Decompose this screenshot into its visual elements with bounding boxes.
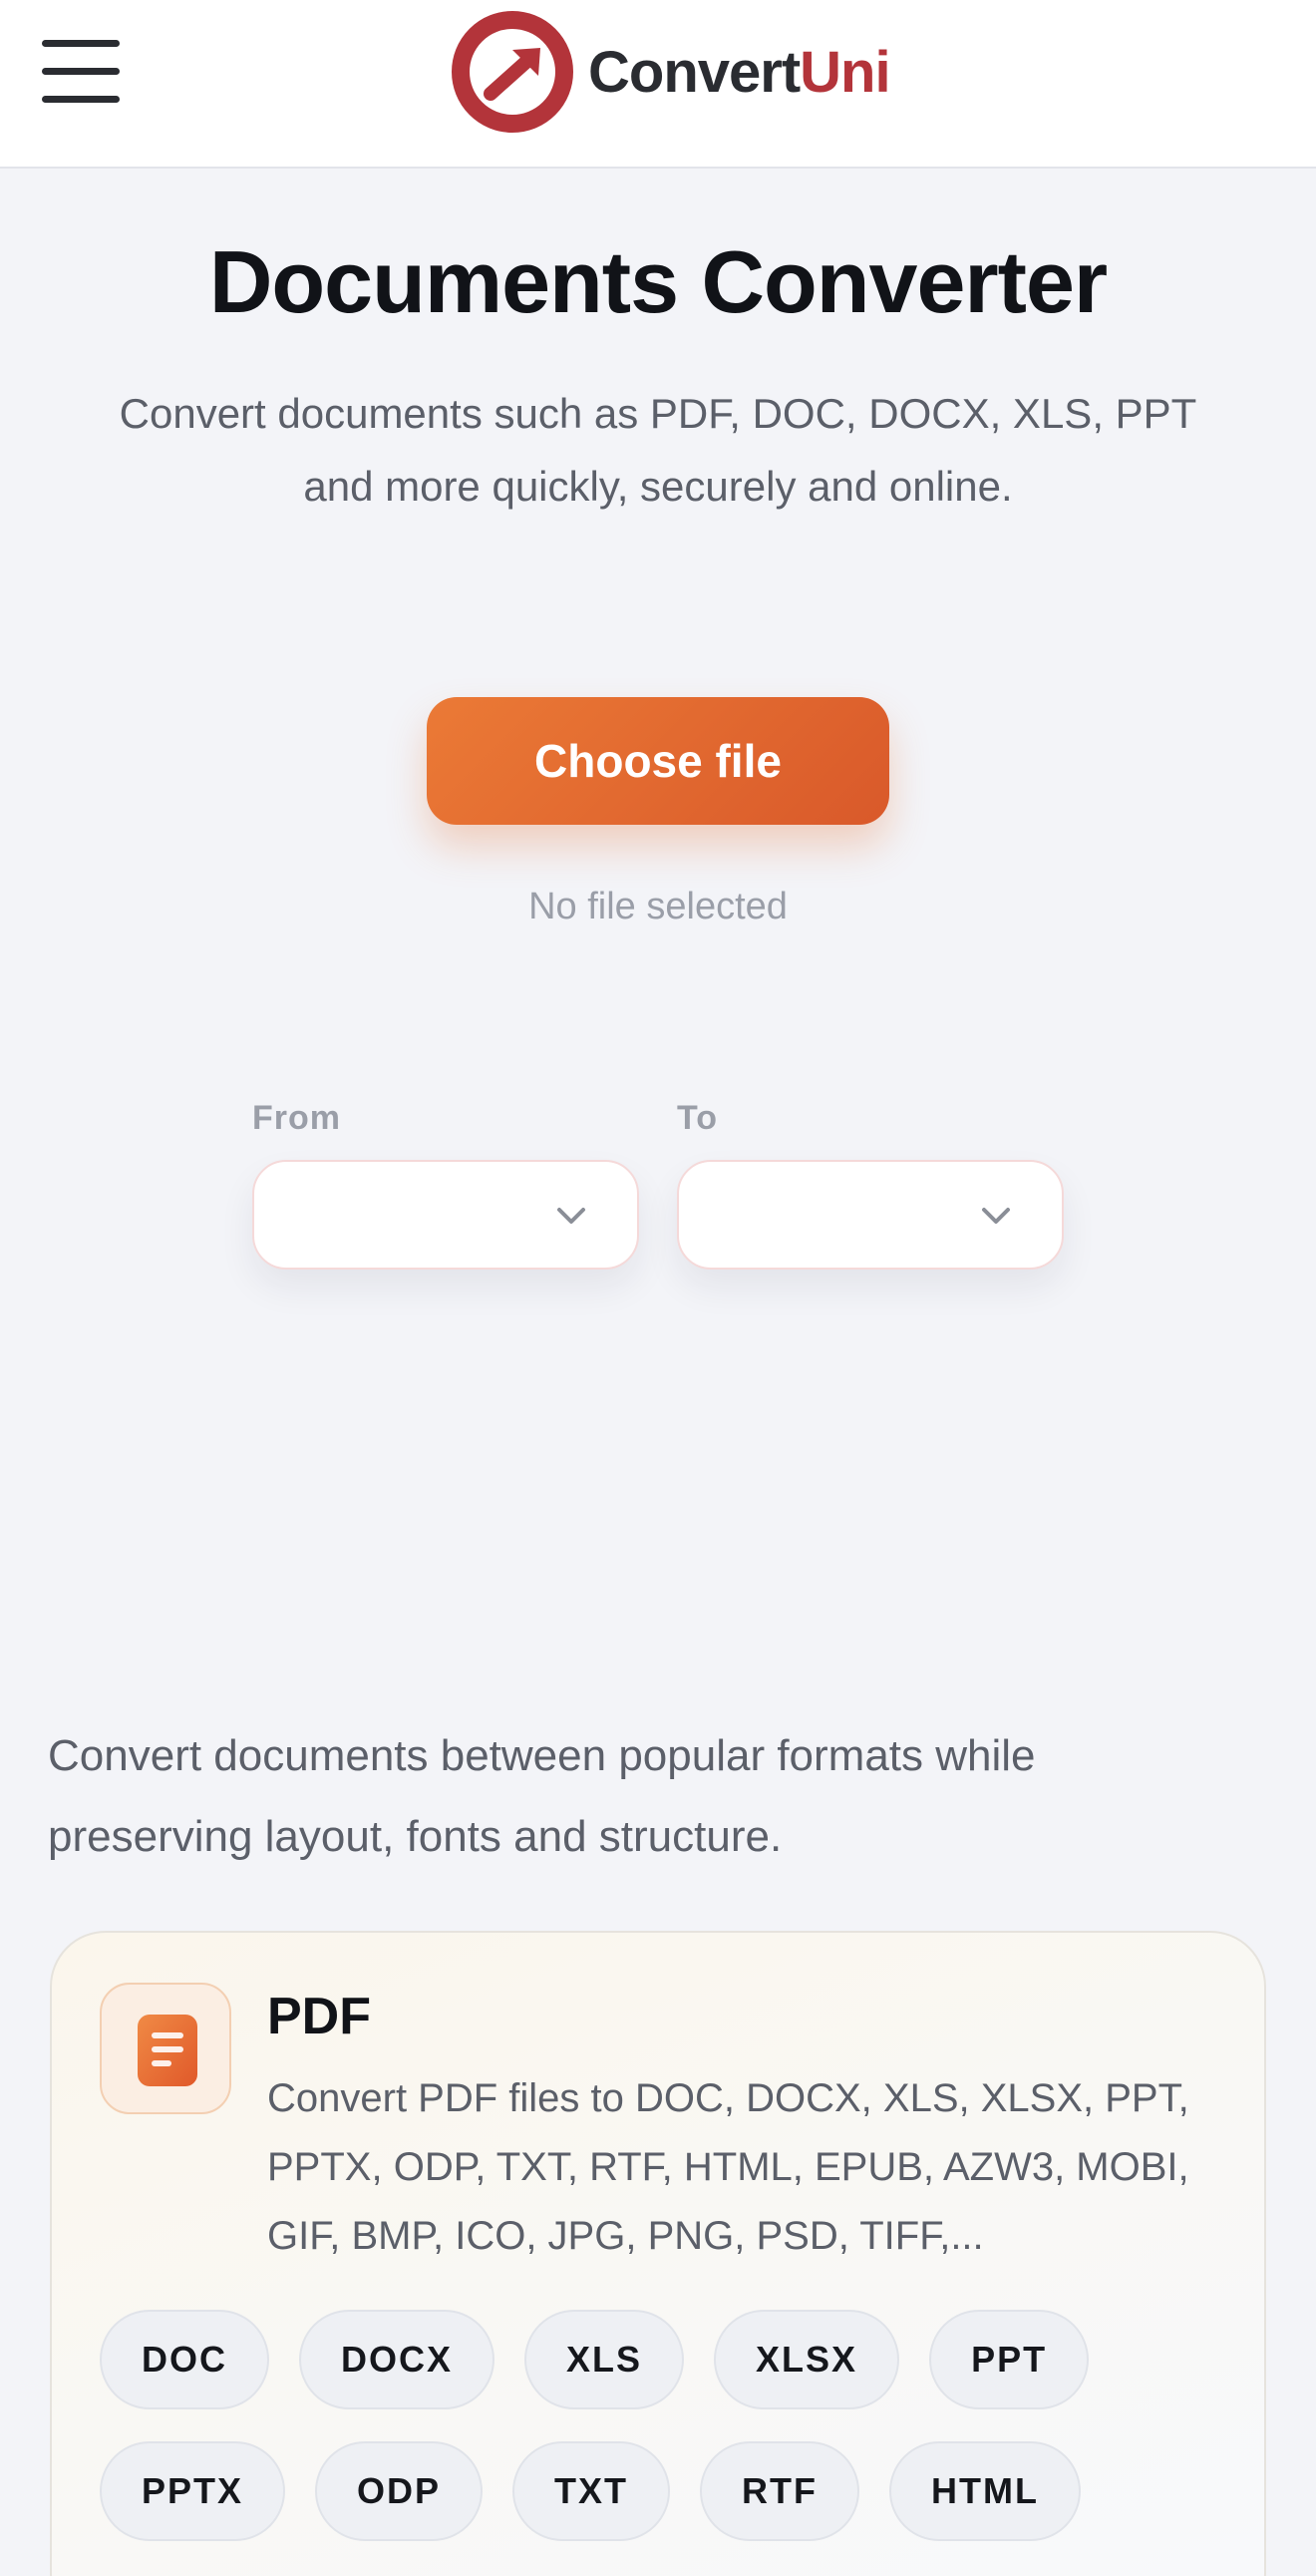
from-format-select[interactable] bbox=[252, 1160, 639, 1270]
document-icon bbox=[100, 1983, 231, 2114]
menu-line bbox=[42, 68, 120, 75]
card-title: PDF bbox=[267, 1988, 371, 2045]
page-title: Documents Converter bbox=[208, 232, 1108, 331]
to-label: To bbox=[677, 1099, 719, 1137]
intro-text: Convert documents between popular format… bbox=[48, 1731, 1036, 1861]
card-description: Convert PDF files to DOC, DOCX, XLS, XLS… bbox=[267, 2076, 1189, 2258]
format-chip-html[interactable]: HTML bbox=[889, 2441, 1081, 2541]
to-format-select[interactable] bbox=[677, 1160, 1064, 1270]
menu-line bbox=[42, 40, 120, 47]
from-label: From bbox=[252, 1099, 341, 1137]
document-glyph bbox=[138, 2015, 197, 2086]
chevron-down-icon bbox=[982, 1208, 1010, 1224]
format-chip-doc[interactable]: DOC bbox=[100, 2310, 269, 2409]
logo-arrow-icon bbox=[452, 11, 573, 133]
format-chip-list: DOC DOCX XLS XLSX PPT PPTX ODP TXT RTF H… bbox=[100, 2310, 1236, 2541]
format-chip-txt[interactable]: TXT bbox=[512, 2441, 671, 2541]
menu-line bbox=[42, 96, 120, 103]
site-header: ConvertUni bbox=[0, 0, 1316, 169]
format-chip-ppt[interactable]: PPT bbox=[929, 2310, 1090, 2409]
choose-file-button[interactable]: Choose file bbox=[427, 697, 889, 825]
hamburger-menu-icon[interactable] bbox=[40, 40, 120, 104]
format-chip-odp[interactable]: ODP bbox=[315, 2441, 484, 2541]
pdf-format-card[interactable]: PDF Convert PDF files to DOC, DOCX, XLS,… bbox=[50, 1931, 1266, 2576]
logo-word-uni: Uni bbox=[800, 39, 890, 105]
page-subtitle: Convert documents such as PDF, DOC, DOCX… bbox=[119, 390, 1197, 510]
format-chip-xlsx[interactable]: XLSX bbox=[714, 2310, 900, 2409]
chevron-down-icon bbox=[557, 1208, 585, 1224]
format-chip-docx[interactable]: DOCX bbox=[299, 2310, 495, 2409]
site-logo[interactable]: ConvertUni bbox=[451, 10, 891, 134]
format-chip-rtf[interactable]: RTF bbox=[700, 2441, 860, 2541]
page: ConvertUni Documents Converter Convert d… bbox=[0, 0, 1316, 2576]
format-chip-xls[interactable]: XLS bbox=[524, 2310, 685, 2409]
format-chip-pptx[interactable]: PPTX bbox=[100, 2441, 286, 2541]
logo-word-convert: Convert bbox=[588, 39, 801, 105]
file-status-text: No file selected bbox=[528, 886, 788, 927]
logo-text: ConvertUni bbox=[588, 39, 891, 106]
